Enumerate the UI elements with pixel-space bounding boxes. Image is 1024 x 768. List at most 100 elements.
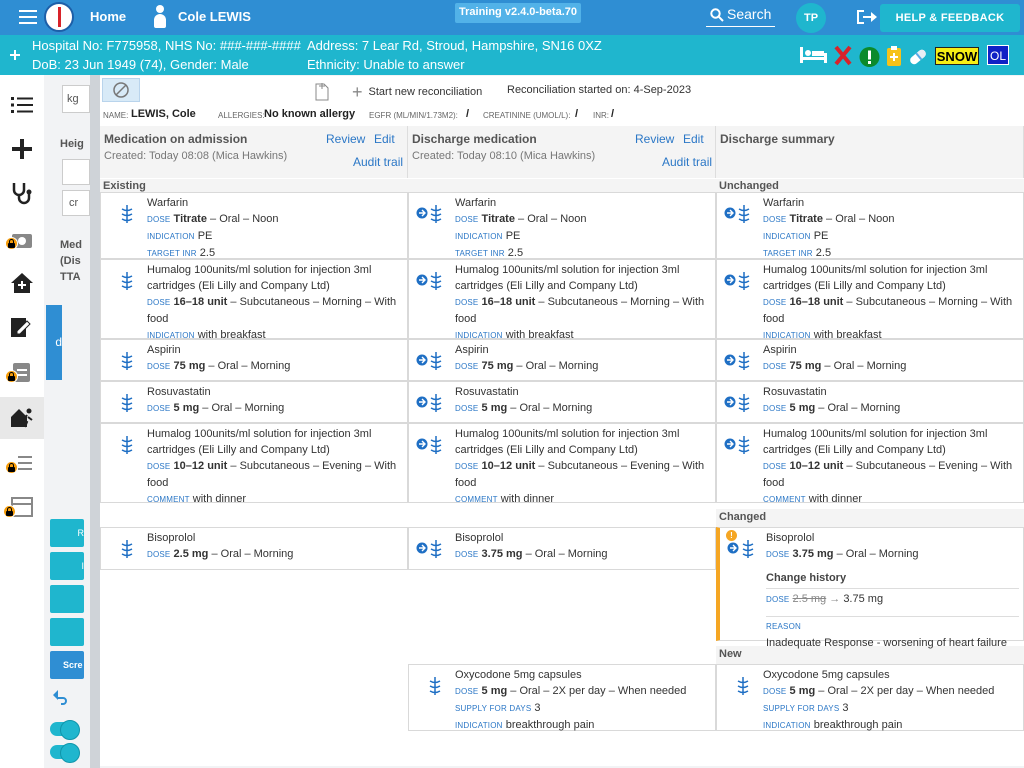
med-card-aspirin[interactable]: Aspirin DOSE 75 mg – Oral – Morning bbox=[408, 339, 716, 381]
discharge-icon[interactable] bbox=[9, 405, 35, 429]
new-document-icon[interactable] bbox=[315, 83, 329, 101]
medication-pill-icon[interactable] bbox=[907, 45, 929, 69]
med-card-humalog1[interactable]: Humalog 100units/ml solution for injecti… bbox=[100, 259, 408, 341]
rx-icon bbox=[121, 394, 133, 412]
med-name: Humalog 100units/ml solution for injecti… bbox=[763, 264, 988, 292]
med-card-oxycodone-summary[interactable]: Oxycodone 5mg capsules DOSE 5 mg – Oral –… bbox=[716, 664, 1024, 731]
route: – Oral – 2X per day – When needed bbox=[815, 685, 995, 697]
med-card-changed[interactable]: ! Bisoprolol DOSE 3.75 mg – Oral – Morni… bbox=[716, 527, 1024, 649]
med-card-warfarin[interactable]: Warfarin DOSE Titrate – Oral – Noon INDICA… bbox=[408, 192, 716, 259]
form-button[interactable] bbox=[50, 585, 84, 613]
med-card-rosuvastatin[interactable]: Rosuvastatin DOSE 5 mg – Oral – Morning bbox=[100, 381, 408, 423]
rx-icon bbox=[121, 540, 133, 558]
route: – Oral – Morning bbox=[199, 402, 285, 414]
rx-icon bbox=[121, 272, 133, 290]
admission-audit-link[interactable]: Audit trail bbox=[353, 155, 403, 169]
form-button[interactable]: I bbox=[50, 552, 84, 580]
undo-icon[interactable] bbox=[51, 688, 71, 706]
med-card-warfarin[interactable]: Warfarin DOSE Titrate – Oral – Noon INDICA… bbox=[716, 192, 1024, 259]
start-new-reconciliation-button[interactable]: + Start new reconciliation bbox=[352, 82, 482, 103]
med-card-humalog1[interactable]: Humalog 100units/ml solution for injecti… bbox=[408, 259, 716, 341]
bed-icon[interactable] bbox=[799, 43, 829, 67]
discharge-review-link[interactable]: Review bbox=[635, 132, 674, 146]
dose-label: DOSE bbox=[455, 298, 479, 307]
home-link[interactable]: Home bbox=[90, 9, 126, 24]
section-changed: Changed bbox=[716, 509, 1024, 527]
reconciliation-button[interactable] bbox=[102, 78, 140, 102]
med-card-bisoprolol-admission[interactable]: Bisoprolol DOSE 2.5 mg – Oral – Morning bbox=[100, 527, 408, 570]
route: – Oral – Noon bbox=[822, 213, 895, 225]
med-card-humalog1[interactable]: Humalog 100units/ml solution for injecti… bbox=[716, 259, 1024, 341]
toggle-switch[interactable] bbox=[50, 720, 80, 740]
med-card-humalog2[interactable]: Humalog 100units/ml solution for injecti… bbox=[716, 423, 1024, 505]
admission-created: Created: Today 08:08 (Mica Hawkins) bbox=[104, 150, 288, 162]
form-button[interactable]: R bbox=[50, 519, 84, 547]
snow-badge[interactable]: SNOW bbox=[935, 47, 979, 65]
med-name: Warfarin bbox=[763, 197, 805, 209]
inr-value: / bbox=[611, 108, 615, 120]
med-card-aspirin[interactable]: Aspirin DOSE 75 mg – Oral – Morning bbox=[716, 339, 1024, 381]
med-name: Rosuvastatin bbox=[763, 386, 827, 398]
rx-arrow-icon bbox=[724, 394, 750, 412]
home-plus-icon[interactable] bbox=[9, 271, 35, 295]
alert-icon[interactable] bbox=[859, 45, 880, 69]
toggle-switch[interactable] bbox=[50, 743, 80, 763]
indication-value: PE bbox=[813, 230, 829, 242]
dose-label: DOSE bbox=[455, 687, 479, 696]
comment-label: COMMENT bbox=[147, 495, 190, 504]
egfr-label: EGFR (ML/MIN/1.73M2): bbox=[369, 111, 458, 120]
med-card-warfarin[interactable]: Warfarin DOSE Titrate – Oral – Noon INDICA… bbox=[100, 192, 408, 259]
ol-badge[interactable]: OL bbox=[987, 45, 1009, 65]
med-card-aspirin[interactable]: Aspirin DOSE 75 mg – Oral – Morning bbox=[100, 339, 408, 381]
med-card-humalog2[interactable]: Humalog 100units/ml solution for injecti… bbox=[408, 423, 716, 505]
med-name: Rosuvastatin bbox=[455, 386, 519, 398]
add-icon[interactable] bbox=[9, 137, 35, 161]
dose-label: DOSE bbox=[147, 462, 171, 471]
name-value: LEWIS, Cole bbox=[131, 108, 196, 120]
screen-button[interactable]: Scre bbox=[50, 651, 84, 679]
patient-name[interactable]: Cole LEWIS bbox=[178, 9, 251, 24]
rx-arrow-icon bbox=[724, 205, 750, 223]
admission-edit-link[interactable]: Edit bbox=[374, 132, 395, 146]
admission-review-link[interactable]: Review bbox=[326, 132, 365, 146]
med-card-rosuvastatin[interactable]: Rosuvastatin DOSE 5 mg – Oral – Morning bbox=[716, 381, 1024, 423]
dose-value: 10–12 unit bbox=[173, 460, 228, 472]
med-card-rosuvastatin[interactable]: Rosuvastatin DOSE 5 mg – Oral – Morning bbox=[408, 381, 716, 423]
discharge-audit-link[interactable]: Audit trail bbox=[662, 155, 712, 169]
dose-value: 5 mg bbox=[481, 685, 508, 697]
search-button[interactable]: Search bbox=[706, 4, 775, 27]
edit-document-icon[interactable] bbox=[9, 315, 35, 339]
summary-title: Discharge summary bbox=[720, 132, 835, 146]
height-field[interactable] bbox=[62, 159, 90, 185]
dose-value: Titrate bbox=[481, 213, 515, 225]
med-card-oxycodone-discharge[interactable]: Oxycodone 5mg capsules DOSE 5 mg – Oral –… bbox=[408, 664, 716, 731]
med-name: Humalog 100units/ml solution for injecti… bbox=[147, 264, 372, 292]
hospital-number: Hospital No: F775958, NHS No: ###-###-##… bbox=[32, 38, 301, 53]
side-tab[interactable]: d bbox=[46, 305, 62, 380]
logout-icon[interactable] bbox=[855, 8, 877, 26]
med-name: Bisoprolol bbox=[147, 532, 196, 544]
form-label: TTA bbox=[60, 271, 81, 283]
discharge-created: Created: Today 08:10 (Mica Hawkins) bbox=[412, 150, 596, 162]
user-avatar[interactable]: TP bbox=[796, 3, 826, 33]
menu-icon[interactable] bbox=[19, 10, 37, 24]
list-icon[interactable] bbox=[9, 93, 35, 117]
target-inr-label: TARGET INR bbox=[455, 249, 505, 258]
med-card-humalog2[interactable]: Humalog 100units/ml solution for injecti… bbox=[100, 423, 408, 505]
discharge-edit-link[interactable]: Edit bbox=[683, 132, 704, 146]
dnr-x-icon[interactable] bbox=[834, 43, 852, 67]
indication-label: INDICATION bbox=[763, 721, 811, 730]
side-tab-label: d bbox=[55, 335, 62, 349]
stethoscope-icon[interactable] bbox=[9, 181, 35, 205]
help-feedback-button[interactable]: HELP & FEEDBACK bbox=[880, 4, 1020, 32]
med-card-bisoprolol-discharge[interactable]: Bisoprolol DOSE 3.75 mg – Oral – Morning bbox=[408, 527, 716, 570]
form-button[interactable] bbox=[50, 618, 84, 646]
new-dose: 3.75 mg bbox=[843, 593, 884, 605]
clipboard-icon[interactable] bbox=[886, 44, 902, 68]
supply-value: 3 bbox=[842, 702, 849, 714]
route: – Oral – Noon bbox=[514, 213, 587, 225]
dose-value: 3.75 mg bbox=[481, 548, 523, 560]
unit-field[interactable]: cr bbox=[62, 190, 90, 216]
weight-field[interactable]: kg bbox=[62, 85, 90, 113]
expand-icon[interactable] bbox=[10, 50, 20, 60]
